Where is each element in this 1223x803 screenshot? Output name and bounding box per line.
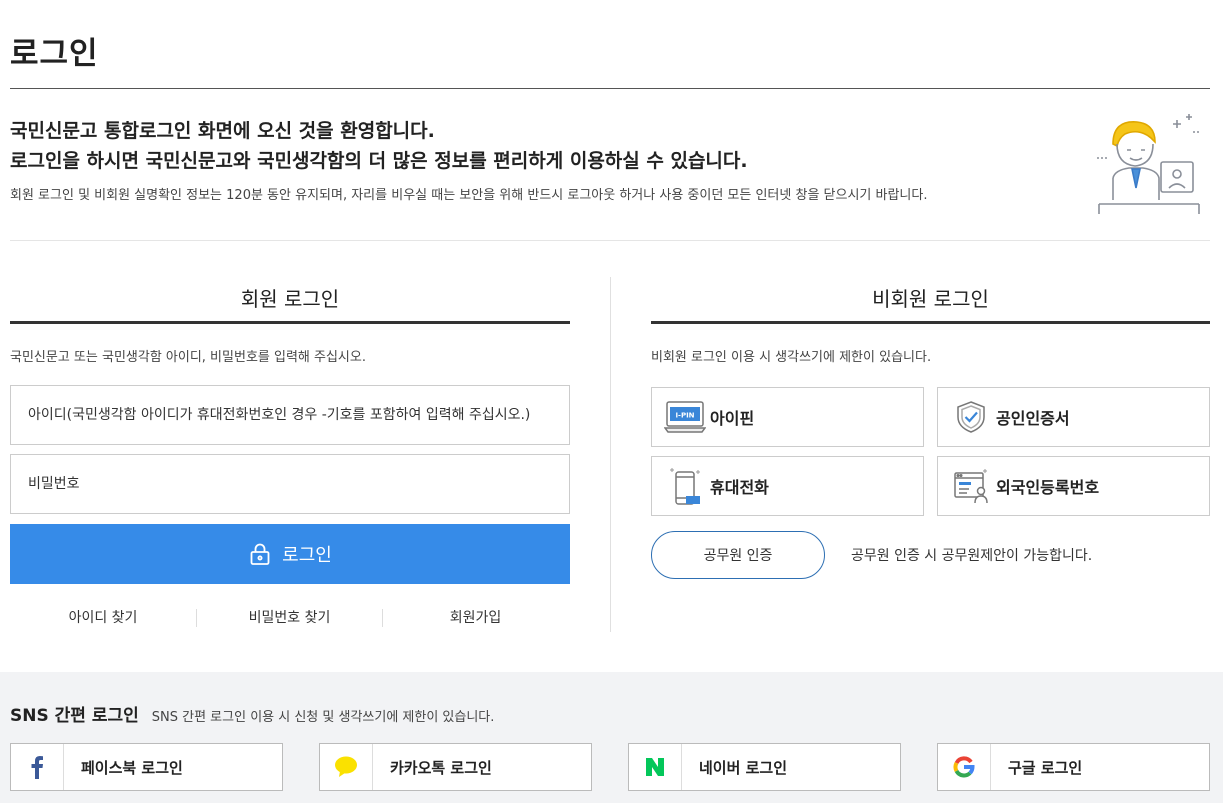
member-login-heading: 회원 로그인 xyxy=(10,284,570,324)
office-worker-illustration xyxy=(1097,114,1200,214)
google-icon xyxy=(938,744,991,790)
certificate-auth-button[interactable]: 공인인증서 xyxy=(937,387,1210,447)
government-auth-button[interactable]: 공무원 인증 xyxy=(651,531,825,579)
password-input[interactable]: 비밀번호 xyxy=(10,454,570,514)
naver-login-label: 네이버 로그인 xyxy=(699,758,788,777)
ipin-auth-label: 아이핀 xyxy=(710,409,755,428)
facebook-icon xyxy=(11,744,64,790)
guest-login-section: 비회원 로그인 비회원 로그인 이용 시 생각쓰기에 제한이 있습니다. I-P… xyxy=(651,284,1210,579)
ipin-icon-text: I-PIN xyxy=(675,412,694,420)
foreigner-id-auth-label: 외국인등록번호 xyxy=(996,478,1100,497)
sns-login-title: SNS 간편 로그인 xyxy=(10,706,139,726)
welcome-line-1: 국민신문고 통합로그인 화면에 오신 것을 환영합니다. xyxy=(10,120,435,142)
sns-login-section: SNS 간편 로그인 SNS 간편 로그인 이용 시 신청 및 생각쓰기에 제한… xyxy=(0,672,1223,803)
google-login-label: 구글 로그인 xyxy=(1008,758,1083,777)
find-password-link[interactable]: 비밀번호 찾기 xyxy=(196,609,382,627)
government-auth-note: 공무원 인증 시 공무원제안이 가능합니다. xyxy=(851,548,1093,564)
guest-login-desc: 비회원 로그인 이용 시 생각쓰기에 제한이 있습니다. xyxy=(651,350,932,365)
certificate-shield-icon xyxy=(949,397,993,437)
header-separator xyxy=(10,240,1210,241)
page-title: 로그인 xyxy=(10,36,99,72)
column-divider xyxy=(610,277,611,632)
kakaotalk-login-label: 카카오톡 로그인 xyxy=(390,758,492,777)
guest-auth-methods: I-PIN 아이핀 공인인증서 휴대전화 외국인등록번호 xyxy=(651,387,1210,516)
foreigner-id-card-icon xyxy=(949,466,993,506)
session-notice: 회원 로그인 및 비회원 실명확인 정보는 120분 동안 유지되며, 자리를 … xyxy=(10,188,928,203)
government-auth-row: 공무원 인증 공무원 인증 시 공무원제안이 가능합니다. xyxy=(651,531,1210,579)
foreigner-id-auth-button[interactable]: 외국인등록번호 xyxy=(937,456,1210,516)
mobile-auth-button[interactable]: 휴대전화 xyxy=(651,456,924,516)
facebook-login-label: 페이스북 로그인 xyxy=(81,758,183,777)
welcome-message: 국민신문고 통합로그인 화면에 오신 것을 환영합니다. 로그인을 하시면 국민… xyxy=(10,116,1070,203)
certificate-auth-label: 공인인증서 xyxy=(996,409,1070,428)
member-login-desc: 국민신문고 또는 국민생각함 아이디, 비밀번호를 입력해 주십시오. xyxy=(10,350,366,365)
facebook-login-button[interactable]: 페이스북 로그인 xyxy=(10,743,283,791)
account-links: 아이디 찾기 비밀번호 찾기 회원가입 xyxy=(10,609,570,627)
login-button-label: 로그인 xyxy=(282,545,332,566)
guest-login-heading: 비회원 로그인 xyxy=(651,284,1210,324)
title-divider xyxy=(10,88,1210,89)
lock-icon xyxy=(250,543,270,565)
google-login-button[interactable]: 구글 로그인 xyxy=(937,743,1210,791)
member-login-section: 회원 로그인 국민신문고 또는 국민생각함 아이디, 비밀번호를 입력해 주십시… xyxy=(10,284,570,627)
login-button[interactable]: 로그인 xyxy=(10,524,570,584)
find-id-link[interactable]: 아이디 찾기 xyxy=(10,609,196,627)
ipin-icon: I-PIN xyxy=(663,397,707,437)
user-id-input[interactable]: 아이디(국민생각함 아이디가 휴대전화번호인 경우 -기호를 포함하여 입력해 … xyxy=(10,385,570,445)
welcome-line-2: 로그인을 하시면 국민신문고와 국민생각함의 더 많은 정보를 편리하게 이용하… xyxy=(10,150,748,172)
naver-icon xyxy=(629,744,682,790)
mobile-phone-icon xyxy=(663,466,707,506)
sns-login-note: SNS 간편 로그인 이용 시 신청 및 생각쓰기에 제한이 있습니다. xyxy=(151,710,495,725)
sign-up-link[interactable]: 회원가입 xyxy=(382,609,568,627)
ipin-auth-button[interactable]: I-PIN 아이핀 xyxy=(651,387,924,447)
mobile-auth-label: 휴대전화 xyxy=(710,478,769,497)
sns-login-header: SNS 간편 로그인 SNS 간편 로그인 이용 시 신청 및 생각쓰기에 제한… xyxy=(10,701,494,726)
kakaotalk-icon xyxy=(320,744,373,790)
kakaotalk-login-button[interactable]: 카카오톡 로그인 xyxy=(319,743,592,791)
naver-login-button[interactable]: 네이버 로그인 xyxy=(628,743,901,791)
